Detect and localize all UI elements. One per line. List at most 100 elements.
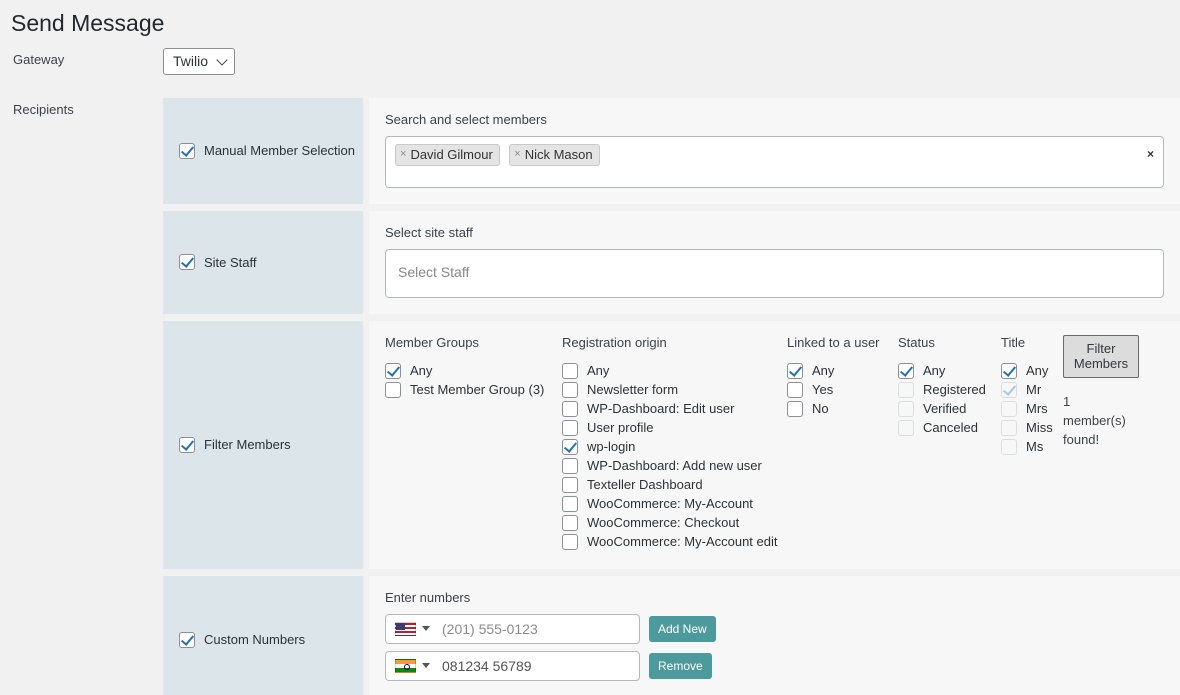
linked-to-a-user-options: Any Yes No	[787, 362, 888, 417]
manual-member-selection-toggle[interactable]: Manual Member Selection	[179, 142, 355, 159]
filter-members-toggle[interactable]: Filter Members	[179, 436, 291, 453]
member-groups-option[interactable]: Test Member Group (3)	[385, 381, 552, 398]
title-option: Ms	[1001, 438, 1053, 455]
checkbox-icon	[1001, 419, 1017, 436]
member-groups-option-label: Test Member Group (3)	[410, 382, 545, 398]
registration-origin-option[interactable]: User profile	[562, 419, 777, 436]
phone-number-row: (201) 555-0123 Add New	[385, 613, 1164, 644]
checkbox-icon[interactable]	[1001, 362, 1017, 379]
linked-to-a-user-option[interactable]: Any	[787, 362, 888, 379]
checkbox-icon[interactable]	[562, 400, 578, 417]
member-tag-label: Nick Mason	[524, 146, 593, 162]
member-tag[interactable]: × Nick Mason	[509, 143, 600, 167]
linked-to-a-user-option-label: Yes	[812, 382, 834, 398]
checkbox-icon	[1001, 438, 1017, 455]
registration-origin-option[interactable]: wp-login	[562, 438, 777, 455]
linked-to-a-user-option[interactable]: No	[787, 400, 888, 417]
recipients-row: Recipients Manual Member Selection Searc…	[0, 97, 1180, 695]
status-option: Canceled	[898, 419, 991, 436]
member-groups-option-label: Any	[410, 363, 433, 379]
in-flag-icon	[395, 658, 416, 673]
title-options: Any Mr Mrs Miss Ms	[1001, 362, 1053, 455]
custom-numbers-toggle[interactable]: Custom Numbers	[179, 631, 305, 648]
member-groups-option[interactable]: Any	[385, 362, 552, 379]
member-groups-heading: Member Groups	[385, 334, 479, 350]
title-option[interactable]: Any	[1001, 362, 1053, 379]
phone-input-1[interactable]: (201) 555-0123	[385, 613, 640, 644]
checkbox-icon[interactable]	[898, 362, 914, 379]
checkbox-icon[interactable]	[385, 381, 401, 398]
member-tag-label: David Gilmour	[410, 146, 493, 162]
registration-origin-option-label: WooCommerce: My-Account	[587, 496, 753, 512]
linked-to-a-user-option-label: No	[812, 401, 829, 417]
checkbox-icon[interactable]	[787, 362, 803, 379]
checkbox-icon[interactable]	[562, 362, 578, 379]
checkbox-icon[interactable]	[562, 476, 578, 493]
registration-origin-option[interactable]: Any	[562, 362, 777, 379]
status-option-label: Verified	[923, 401, 967, 417]
registration-origin-option-label: wp-login	[587, 439, 636, 455]
checkbox-icon[interactable]	[562, 381, 578, 398]
tag-remove-icon[interactable]: ×	[514, 148, 520, 161]
filter-column-linked-to-a-user: Linked to a user Any Yes No	[787, 335, 898, 420]
checkbox-icon	[1001, 381, 1017, 398]
registration-origin-option[interactable]: Newsletter form	[562, 381, 777, 398]
title-heading: Title	[1001, 334, 1026, 350]
country-select-2[interactable]	[386, 652, 437, 680]
gateway-select[interactable]: Twilio	[163, 47, 236, 75]
status-option[interactable]: Any	[898, 362, 991, 379]
status-heading: Status	[898, 334, 935, 350]
checkbox-icon[interactable]	[562, 495, 578, 512]
checkbox-icon[interactable]	[179, 631, 195, 648]
phone-number-field-2[interactable]: 081234 56789	[437, 658, 639, 674]
checkbox-icon[interactable]	[179, 142, 195, 159]
recipients-stack: Manual Member Selection Search and selec…	[163, 97, 1180, 695]
registration-origin-option[interactable]: WP-Dashboard: Edit user	[562, 400, 777, 417]
member-tag[interactable]: × David Gilmour	[395, 143, 500, 167]
site-staff-toggle-cell: Site Staff	[163, 210, 363, 314]
checkbox-icon[interactable]	[787, 400, 803, 417]
linked-to-a-user-option-label: Any	[812, 363, 835, 379]
site-staff-select[interactable]: Select Staff	[385, 248, 1164, 298]
clear-all-icon[interactable]: ×	[1147, 148, 1154, 160]
checkbox-icon[interactable]	[562, 419, 578, 436]
title-option: Miss	[1001, 419, 1053, 436]
tag-remove-icon[interactable]: ×	[400, 148, 406, 161]
registration-origin-option[interactable]: Texteller Dashboard	[562, 476, 777, 493]
phone-number-row: 081234 56789 Remove	[385, 650, 1164, 681]
linked-to-a-user-option[interactable]: Yes	[787, 381, 888, 398]
filter-columns: Member Groups Any Test Member Group (3) R…	[385, 334, 1164, 553]
registration-origin-option[interactable]: WP-Dashboard: Add new user	[562, 457, 777, 474]
search-members-label: Search and select members	[385, 111, 547, 127]
checkbox-icon	[898, 381, 914, 398]
recipient-group-manual-member-selection: Manual Member Selection Search and selec…	[163, 97, 1180, 204]
checkbox-icon[interactable]	[179, 254, 195, 271]
members-found-text: 1 member(s) found!	[1063, 394, 1126, 447]
registration-origin-option-label: Any	[587, 363, 610, 379]
filter-members-button[interactable]: Filter Members	[1063, 334, 1139, 379]
country-select-1[interactable]	[386, 615, 437, 643]
registration-origin-option[interactable]: WooCommerce: Checkout	[562, 514, 777, 531]
chevron-down-icon	[216, 54, 228, 67]
phone-input-2[interactable]: 081234 56789	[385, 650, 640, 681]
checkbox-icon[interactable]	[787, 381, 803, 398]
registration-origin-option[interactable]: WooCommerce: My-Account edit	[562, 533, 778, 550]
search-members-multiselect[interactable]: × David Gilmour × Nick Mason ×	[385, 135, 1164, 188]
us-flag-icon	[395, 621, 416, 636]
registration-origin-option-label: Texteller Dashboard	[587, 477, 703, 493]
checkbox-icon[interactable]	[562, 457, 578, 474]
site-staff-toggle[interactable]: Site Staff	[179, 254, 257, 271]
status-option-label: Registered	[923, 382, 986, 398]
recipient-group-site-staff: Site Staff Select site staff Select Staf…	[163, 210, 1180, 314]
add-new-number-button[interactable]: Add New	[649, 615, 716, 643]
checkbox-icon[interactable]	[562, 438, 578, 455]
checkbox-icon[interactable]	[385, 362, 401, 379]
checkbox-icon[interactable]	[179, 436, 195, 453]
phone-number-field-1[interactable]: (201) 555-0123	[437, 621, 639, 637]
site-staff-toggle-label: Site Staff	[204, 254, 257, 270]
remove-number-button[interactable]: Remove	[649, 652, 712, 680]
checkbox-icon[interactable]	[562, 533, 578, 550]
registration-origin-option[interactable]: WooCommerce: My-Account	[562, 495, 777, 512]
checkbox-icon[interactable]	[562, 514, 578, 531]
status-option-label: Any	[923, 363, 946, 379]
